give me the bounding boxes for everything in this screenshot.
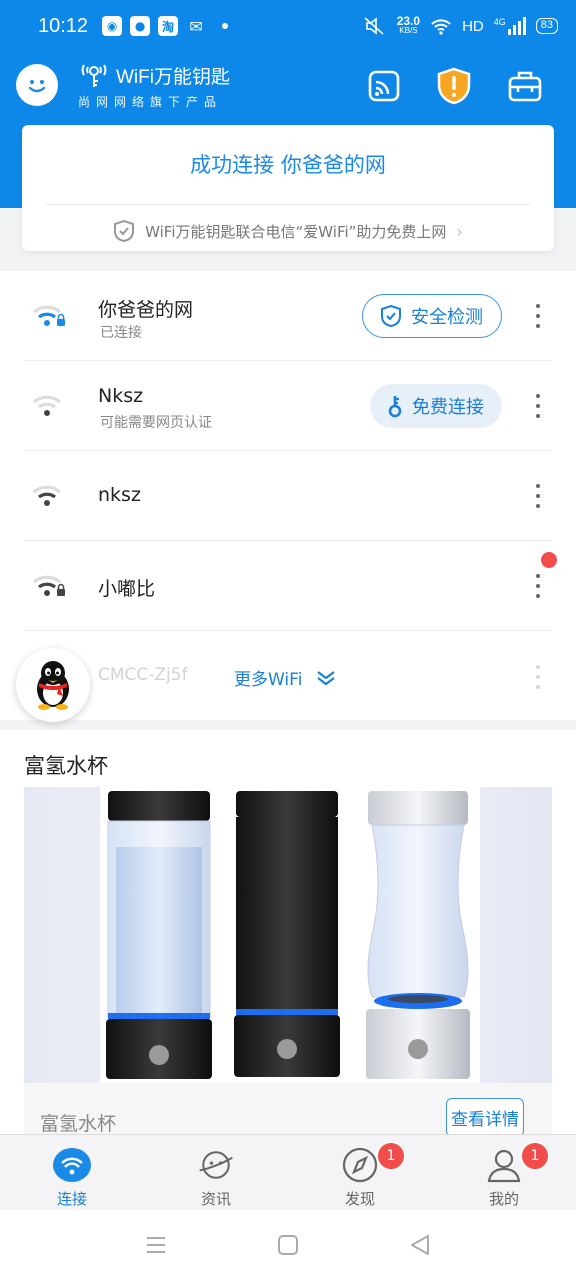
mute-icon	[364, 17, 384, 35]
product-image[interactable]	[24, 787, 552, 1083]
menu-icon[interactable]	[145, 1235, 167, 1255]
chevron-right-icon: ›	[456, 221, 463, 241]
network-type: 4G	[494, 17, 526, 35]
wifi-name: Nksz	[98, 385, 144, 407]
tab-news[interactable]: 资讯	[144, 1135, 288, 1210]
shield-check-icon	[114, 219, 135, 243]
compass-icon	[340, 1145, 380, 1185]
bottom-tab-bar: 连接 资讯 发现 1 我的 1	[0, 1134, 576, 1210]
hotspot-share-button[interactable]	[364, 66, 404, 106]
tab-label: 发现	[344, 1190, 375, 1208]
wifi-row[interactable]: Nksz 可能需要网页认证 免费连接	[24, 361, 552, 451]
wechat-notification-icon: ✉	[189, 16, 203, 36]
toolbox-icon	[508, 71, 542, 102]
tab-label: 我的	[488, 1190, 519, 1208]
net-speed: 23.0 KB/S	[396, 14, 421, 35]
security-alert-button[interactable]	[434, 66, 474, 106]
more-options-icon[interactable]	[530, 394, 546, 418]
wifi-signal-locked-icon	[32, 305, 65, 326]
view-details-button[interactable]: 查看详情	[446, 1098, 524, 1137]
security-check-button[interactable]: 安全检测	[362, 294, 502, 338]
brand-title: WiFi万能钥匙	[116, 67, 230, 88]
wifi-status: 可能需要网页认证	[100, 415, 212, 431]
wifi-row-connected[interactable]: 你爸爸的网 已连接 安全检测	[24, 271, 552, 361]
wifi-status: 已连接	[100, 325, 142, 341]
me-badge: 1	[520, 1141, 550, 1171]
shield-alert-icon	[437, 67, 471, 105]
more-wifi-button[interactable]: 更多WiFi	[234, 665, 336, 690]
qq-penguin-icon	[37, 661, 69, 710]
more-options-icon[interactable]	[530, 484, 546, 508]
media-notification-icon: ●	[130, 16, 151, 36]
wifi-name: 你爸爸的网	[98, 299, 194, 321]
tab-discover[interactable]: 发现 1	[288, 1135, 432, 1210]
home-icon[interactable]	[277, 1234, 299, 1256]
divider	[46, 204, 530, 205]
qq-float-button[interactable]	[16, 648, 90, 722]
system-navigation-bar	[0, 1210, 576, 1280]
user-avatar[interactable]	[16, 64, 58, 106]
wifi-row[interactable]: 小嘟比	[24, 541, 552, 631]
wifi-status-icon	[431, 19, 451, 35]
ad-footer: 富氢水杯 查看详情	[24, 1083, 552, 1137]
status-bar: 10:12 ◉ ● 淘 ✉ 23.0 KB/S HD 4G 83	[0, 0, 576, 52]
wifi-tab-icon	[52, 1145, 92, 1185]
battery-indicator: 83	[535, 18, 558, 34]
back-icon[interactable]	[409, 1234, 431, 1256]
app-notification-icon: ◉	[102, 16, 123, 36]
tab-connect[interactable]: 连接	[0, 1135, 144, 1210]
hidden-wifi-name: CMCC-Zj5f	[98, 665, 188, 685]
toolbox-button[interactable]	[505, 66, 545, 106]
taobao-notification-icon: 淘	[158, 16, 179, 36]
smiley-icon	[28, 80, 46, 93]
wifi-signal-locked-icon	[32, 575, 65, 596]
key-icon	[388, 396, 402, 418]
more-options-icon	[530, 665, 546, 689]
shield-check-icon	[381, 304, 401, 328]
hd-indicator: HD	[462, 17, 484, 35]
more-notifications-dot	[222, 23, 229, 29]
hydrogen-cups-illustration	[100, 787, 480, 1083]
free-connect-button[interactable]: 免费连接	[370, 384, 502, 428]
tab-label: 连接	[56, 1190, 87, 1208]
telecom-partner-banner[interactable]: WiFi万能钥匙联合电信“爱WiFi”助力免费上网 ›	[22, 219, 554, 243]
wifi-signal-icon	[32, 485, 62, 506]
notification-dot	[541, 552, 557, 568]
ad-section: 富氢水杯 富氢水杯 查看详情	[0, 730, 576, 1137]
wifi-name: nksz	[98, 484, 141, 506]
more-options-icon[interactable]	[530, 574, 546, 598]
brand-subtitle: 尚网网络旗下产品	[78, 95, 223, 109]
tab-label: 资讯	[200, 1190, 231, 1208]
notification-icons: ◉ ● 淘 ✉	[102, 16, 229, 36]
connection-title: 成功连接 你爸爸的网	[190, 153, 386, 177]
signal-share-icon	[368, 70, 400, 102]
wifi-name: 小嘟比	[98, 578, 156, 600]
telecom-partner-text: WiFi万能钥匙联合电信“爱WiFi”助力免费上网	[145, 222, 447, 241]
wifi-row[interactable]: nksz	[24, 451, 552, 541]
wifi-key-logo-icon	[81, 64, 107, 87]
double-chevron-down-icon	[317, 670, 336, 685]
planet-icon	[196, 1145, 236, 1185]
brand: WiFi万能钥匙 尚网网络旗下产品	[78, 62, 230, 110]
tab-me[interactable]: 我的 1	[432, 1135, 576, 1210]
product-name: 富氢水杯	[40, 1113, 117, 1135]
ad-section-title: 富氢水杯	[24, 754, 108, 778]
wifi-list: 你爸爸的网 已连接 安全检测 Nksz 可能需要网页认证 免费连接 nksz 小…	[0, 271, 576, 720]
wifi-signal-icon	[32, 395, 62, 416]
connection-card: 成功连接 你爸爸的网 WiFi万能钥匙联合电信“爱WiFi”助力免费上网 ›	[22, 125, 554, 251]
status-time: 10:12	[38, 14, 89, 37]
more-wifi-row: CMCC-Zj5f 更多WiFi	[24, 632, 552, 720]
discover-badge: 1	[376, 1141, 406, 1171]
more-options-icon[interactable]	[530, 304, 546, 328]
user-icon	[484, 1145, 524, 1185]
